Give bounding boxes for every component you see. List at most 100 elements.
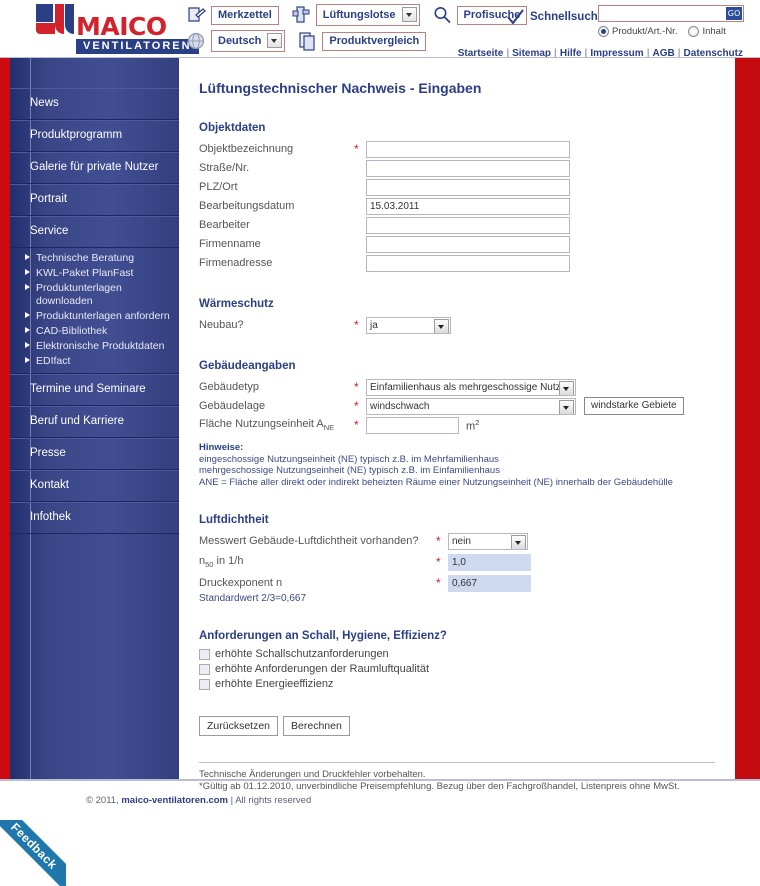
bearbeitungsdatum-input[interactable] [366, 197, 570, 215]
copyright: © 2011, maico-ventilatoren.com | All rig… [86, 795, 311, 806]
checkbox-raumluftqualitaet[interactable] [199, 663, 210, 675]
feedback-label[interactable]: Feedback [0, 820, 66, 886]
sidebar-item-produktprogramm[interactable]: Produktprogramm [10, 120, 179, 152]
checkbox-row-raumluftqualitaet[interactable]: erhöhte Anforderungen der Raumluftqualit… [199, 663, 735, 675]
radio-inhalt-label: Inhalt [702, 26, 726, 37]
field-label: Gebäudetyp [199, 381, 259, 393]
radio-produkt-artnr[interactable] [598, 26, 609, 37]
standardwert-note: Standardwert 2/3=0,667 [199, 593, 307, 604]
messwert-selected-value: nein [452, 535, 471, 547]
gebaeudetyp-select[interactable]: Einfamilienhaus als mehrgeschossige Nutz… [366, 378, 576, 396]
sidebar-item-kontakt[interactable]: Kontakt [10, 470, 179, 502]
bearbeiter-input[interactable] [366, 216, 570, 234]
sidebar-subitem-label: KWL-Paket PlanFast [36, 267, 134, 279]
field-label: Messwert Gebäude-Luftdichtheit vorhanden… [199, 535, 419, 547]
field-flaeche-nutzungseinheit: Fläche Nutzungseinheit ANE * m2 [199, 416, 735, 434]
globe-icon [186, 31, 206, 51]
sidebar-subitem-produktunterlagen-downloaden[interactable]: Produktunterlagen downloaden [10, 281, 179, 309]
objektdaten-heading: Objektdaten [199, 122, 266, 134]
sidebar-subitem-label: Produktunterlagen anfordern [36, 310, 170, 322]
sidebar-item-galerie[interactable]: Galerie für private Nutzer [10, 152, 179, 184]
required-marker: * [354, 318, 359, 332]
sidebar-subitem-technische-beratung[interactable]: Technische Beratung [10, 251, 179, 266]
search-go-button[interactable]: GO [726, 7, 742, 20]
windstarke-gebiete-button[interactable]: windstarke Gebiete [584, 397, 684, 415]
n50-input[interactable] [448, 553, 531, 571]
required-marker: * [354, 418, 359, 432]
firmenadresse-input[interactable] [366, 254, 570, 272]
page-bottom-divider [0, 779, 760, 781]
sidebar-subitem-kwl-paket-planfast[interactable]: KWL-Paket PlanFast [10, 266, 179, 281]
gebaeudelage-select[interactable]: windschwach [366, 397, 576, 415]
strasse-nr-input[interactable] [366, 159, 570, 177]
chevron-right-icon [25, 327, 30, 333]
sidebar-item-beruf-und-karriere[interactable]: Beruf und Karriere [10, 406, 179, 438]
objektbezeichnung-input[interactable] [366, 140, 570, 158]
header-tool-row-1: Merkzettel Lüftungslotse Profisuche [186, 4, 528, 26]
language-label: Deutsch [218, 34, 262, 47]
flaeche-label-subscript: NE [323, 423, 335, 433]
plz-ort-input[interactable] [366, 178, 570, 196]
flaeche-unit-text: m [466, 420, 476, 433]
sidebar-item-news[interactable]: News [10, 88, 179, 120]
sidebar-item-service[interactable]: Service [10, 216, 179, 248]
field-gebaeudetyp: Gebäudetyp * Einfamilienhaus als mehrges… [199, 378, 735, 396]
feedback-ribbon[interactable]: Feedback [0, 820, 66, 886]
copyright-prefix: © 2011, [86, 795, 122, 806]
field-firmenname: Firmenname [199, 235, 735, 253]
sidebar-service-submenu: Technische Beratung KWL-Paket PlanFast P… [10, 248, 179, 374]
field-label: Straße/Nr. [199, 162, 250, 174]
copyright-site[interactable]: maico-ventilatoren.com [121, 795, 228, 806]
sidebar-subitem-cad-bibliothek[interactable]: CAD-Bibliothek [10, 324, 179, 339]
lueftungslotse-button[interactable]: Lüftungslotse [315, 4, 420, 26]
site-header: MAICO VENTILATOREN Merkzettel Lüftungslo… [0, 0, 760, 59]
produktvergleich-button[interactable]: Produktvergleich [322, 31, 427, 51]
field-label: Druckexponent n [199, 577, 283, 589]
field-n50: n50 in 1/h * [199, 553, 735, 571]
reset-button[interactable]: Zurücksetzen [199, 716, 279, 736]
flaeche-unit: m2 [466, 418, 479, 433]
section-waermeschutz: Wärmeschutz Neubau? * ja [199, 298, 735, 334]
sidebar-subitem-edifact[interactable]: EDIfact [10, 354, 179, 369]
druckexponent-input[interactable] [448, 574, 531, 592]
sidebar-item-label: Service [30, 225, 69, 237]
sidebar-item-portrait[interactable]: Portrait [10, 184, 179, 216]
search-box[interactable]: GO [598, 5, 744, 22]
search-input[interactable] [601, 7, 723, 22]
sidebar-navigation: News Produktprogramm Galerie für private… [10, 58, 179, 779]
chevron-down-icon[interactable] [559, 380, 574, 395]
sidebar-item-infothek[interactable]: Infothek [10, 502, 179, 534]
radio-inhalt[interactable] [688, 26, 700, 37]
required-marker: * [354, 380, 359, 394]
checkbox-row-energieeffizienz[interactable]: erhöhte Energieeffizienz [199, 678, 735, 690]
sidebar-subitem-elektronische-produktdaten[interactable]: Elektronische Produktdaten [10, 339, 179, 354]
sidebar-subitem-produktunterlagen-anfordern[interactable]: Produktunterlagen anfordern [10, 309, 179, 324]
chevron-down-icon[interactable] [511, 534, 526, 549]
sidebar-item-presse[interactable]: Presse [10, 438, 179, 470]
berechnen-button[interactable]: Berechnen [283, 716, 350, 736]
field-label: Gebäudelage [199, 400, 266, 412]
flaeche-input[interactable] [366, 416, 459, 434]
section-objektdaten: Objektdaten Objektbezeichnung * Straße/N… [199, 122, 735, 272]
language-select[interactable]: Deutsch [211, 30, 286, 52]
chevron-down-icon[interactable] [434, 318, 449, 333]
maico-logo[interactable]: MAICO VENTILATOREN [14, 2, 199, 54]
checkbox-schallschutz[interactable] [199, 648, 210, 660]
required-marker: * [354, 142, 359, 156]
hinweise-heading: Hinweise: [199, 442, 244, 453]
firmenname-input[interactable] [366, 235, 570, 253]
chevron-down-icon[interactable] [267, 33, 283, 48]
merkzettel-button[interactable]: Merkzettel [211, 5, 279, 25]
chevron-down-icon[interactable] [559, 399, 574, 414]
field-firmenadresse: Firmenadresse [199, 254, 735, 272]
sidebar-item-termine-und-seminare[interactable]: Termine und Seminare [10, 374, 179, 406]
duct-icon [291, 5, 311, 25]
chevron-down-icon[interactable] [401, 7, 417, 22]
neubau-select[interactable]: ja [366, 316, 451, 334]
checkbox-row-schallschutz[interactable]: erhöhte Schallschutzanforderungen [199, 648, 735, 660]
messwert-select[interactable]: nein [448, 532, 528, 550]
page-title: Lüftungstechnischer Nachweis - Eingaben [199, 80, 482, 96]
hinweise-block: Hinweise: eingeschossige Nutzungseinheit… [199, 442, 735, 488]
checkbox-energieeffizienz[interactable] [199, 678, 210, 690]
